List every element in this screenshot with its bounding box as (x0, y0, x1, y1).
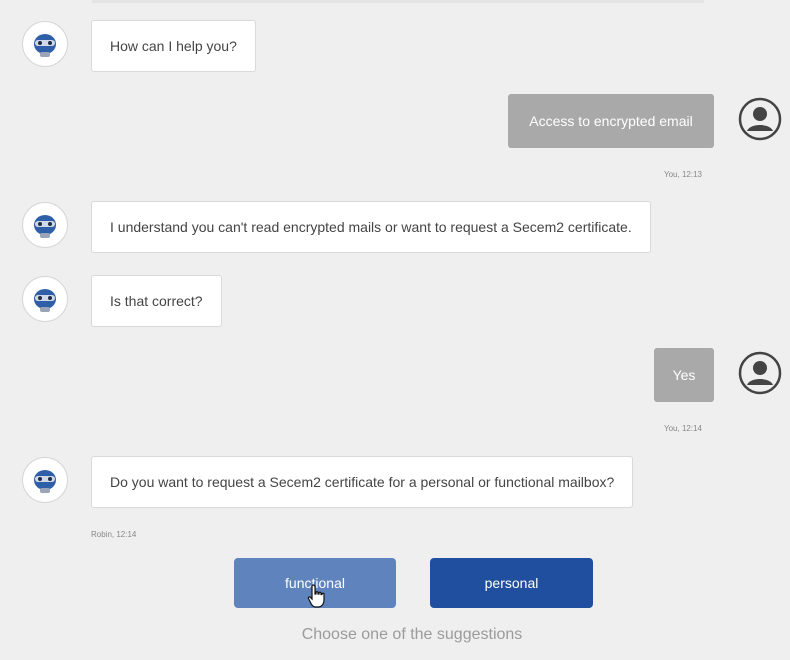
robot-icon (34, 34, 56, 57)
bot-message: Do you want to request a Secem2 certific… (91, 456, 634, 508)
user-message: Access to encrypted email (508, 94, 714, 148)
suggestions-hint: Choose one of the suggestions (301, 626, 523, 643)
user-message: Yes (654, 348, 714, 402)
chat-window: How can I help you? Access to encrypted … (0, 0, 790, 660)
user-icon (738, 97, 782, 141)
user-icon (738, 351, 782, 395)
divider (92, 0, 704, 3)
bot-avatar (22, 276, 68, 322)
robot-icon (34, 470, 56, 493)
message-timestamp: You, 12:13 (664, 170, 702, 179)
bot-message: Is that correct? (91, 275, 222, 327)
bot-avatar (22, 202, 68, 248)
hand-pointer-icon (307, 584, 325, 608)
message-timestamp: You, 12:14 (664, 424, 702, 433)
user-avatar (737, 96, 783, 142)
bot-avatar (22, 457, 68, 503)
robot-icon (34, 289, 56, 312)
message-timestamp: Robin, 12:14 (91, 530, 137, 539)
bot-message: How can I help you? (91, 20, 256, 72)
suggestion-personal-button[interactable]: personal (430, 558, 593, 608)
bot-message: I understand you can't read encrypted ma… (91, 201, 651, 253)
user-avatar (737, 350, 783, 396)
robot-icon (34, 215, 56, 238)
bot-avatar (22, 21, 68, 67)
